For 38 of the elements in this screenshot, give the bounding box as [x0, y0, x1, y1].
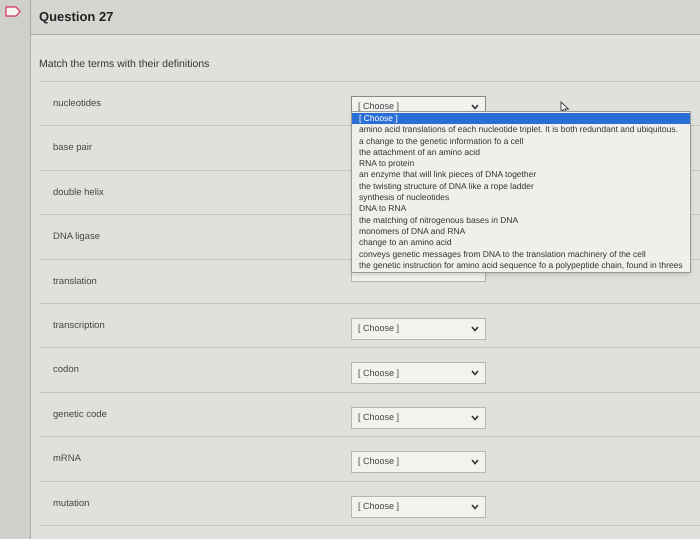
term-label: nucleotides — [53, 98, 102, 109]
dropdown-option[interactable]: [ Choose ] — [352, 113, 690, 124]
term-label: mutation — [53, 498, 90, 509]
chevron-down-icon — [471, 414, 479, 421]
term-label: codon — [53, 364, 79, 376]
term-label: translation — [53, 276, 97, 287]
dropdown-option[interactable]: the matching of nitrogenous bases in DNA — [352, 214, 690, 226]
dropdown-option[interactable]: a change to the genetic information fo a cell — [352, 136, 690, 147]
choose-select[interactable]: [ Choose ] — [351, 451, 486, 474]
chevron-down-icon — [471, 326, 479, 332]
chevron-down-icon — [471, 504, 479, 510]
term-label: transcription — [53, 320, 105, 331]
dropdown-option[interactable]: DNA to RNA — [352, 203, 690, 215]
question-prompt: Match the terms with their definitions — [39, 58, 210, 70]
term-label: mRNA — [53, 453, 81, 464]
term-label: genetic code — [53, 408, 107, 420]
flag-icon[interactable] — [5, 6, 21, 17]
term-label: DNA ligase — [53, 231, 100, 242]
question-title: Question 27 — [39, 8, 114, 26]
dropdown-option[interactable]: monomers of DNA and RNA — [352, 226, 690, 238]
dropdown-option[interactable]: an enzyme that will link pieces of DNA together — [352, 169, 690, 181]
choose-select[interactable]: [ Choose ] — [351, 362, 486, 384]
dropdown-option[interactable]: RNA to protein — [352, 158, 690, 170]
term-label: base pair — [53, 142, 92, 154]
dropdown-option[interactable]: amino acid translations of each nucleotide triplet. It is both redundant and ubiquitous. — [352, 124, 690, 136]
choose-select[interactable]: [ Choose ] — [351, 406, 486, 429]
chevron-down-icon — [471, 459, 479, 466]
dropdown-option[interactable]: synthesis of nucleotides — [352, 192, 690, 204]
dropdown-option[interactable]: the attachment of an amino acid — [352, 146, 690, 158]
dropdown-option[interactable]: the twisting structure of DNA like a rope ladder — [352, 180, 690, 192]
choose-select[interactable]: [ Choose ] — [351, 318, 486, 340]
dropdown-option[interactable]: change to an amino acid — [352, 237, 690, 249]
chevron-down-icon — [471, 104, 479, 110]
term-label: double helix — [53, 186, 104, 198]
chevron-down-icon — [471, 370, 479, 376]
dropdown-option[interactable]: conveys genetic messages from DNA to the translation machinery of the cell — [352, 248, 690, 260]
dropdown-option[interactable]: the genetic instruction for amino acid sequence fo a polypeptide chain, found in threes — [352, 260, 690, 272]
choose-select[interactable]: [ Choose ] — [351, 496, 486, 518]
